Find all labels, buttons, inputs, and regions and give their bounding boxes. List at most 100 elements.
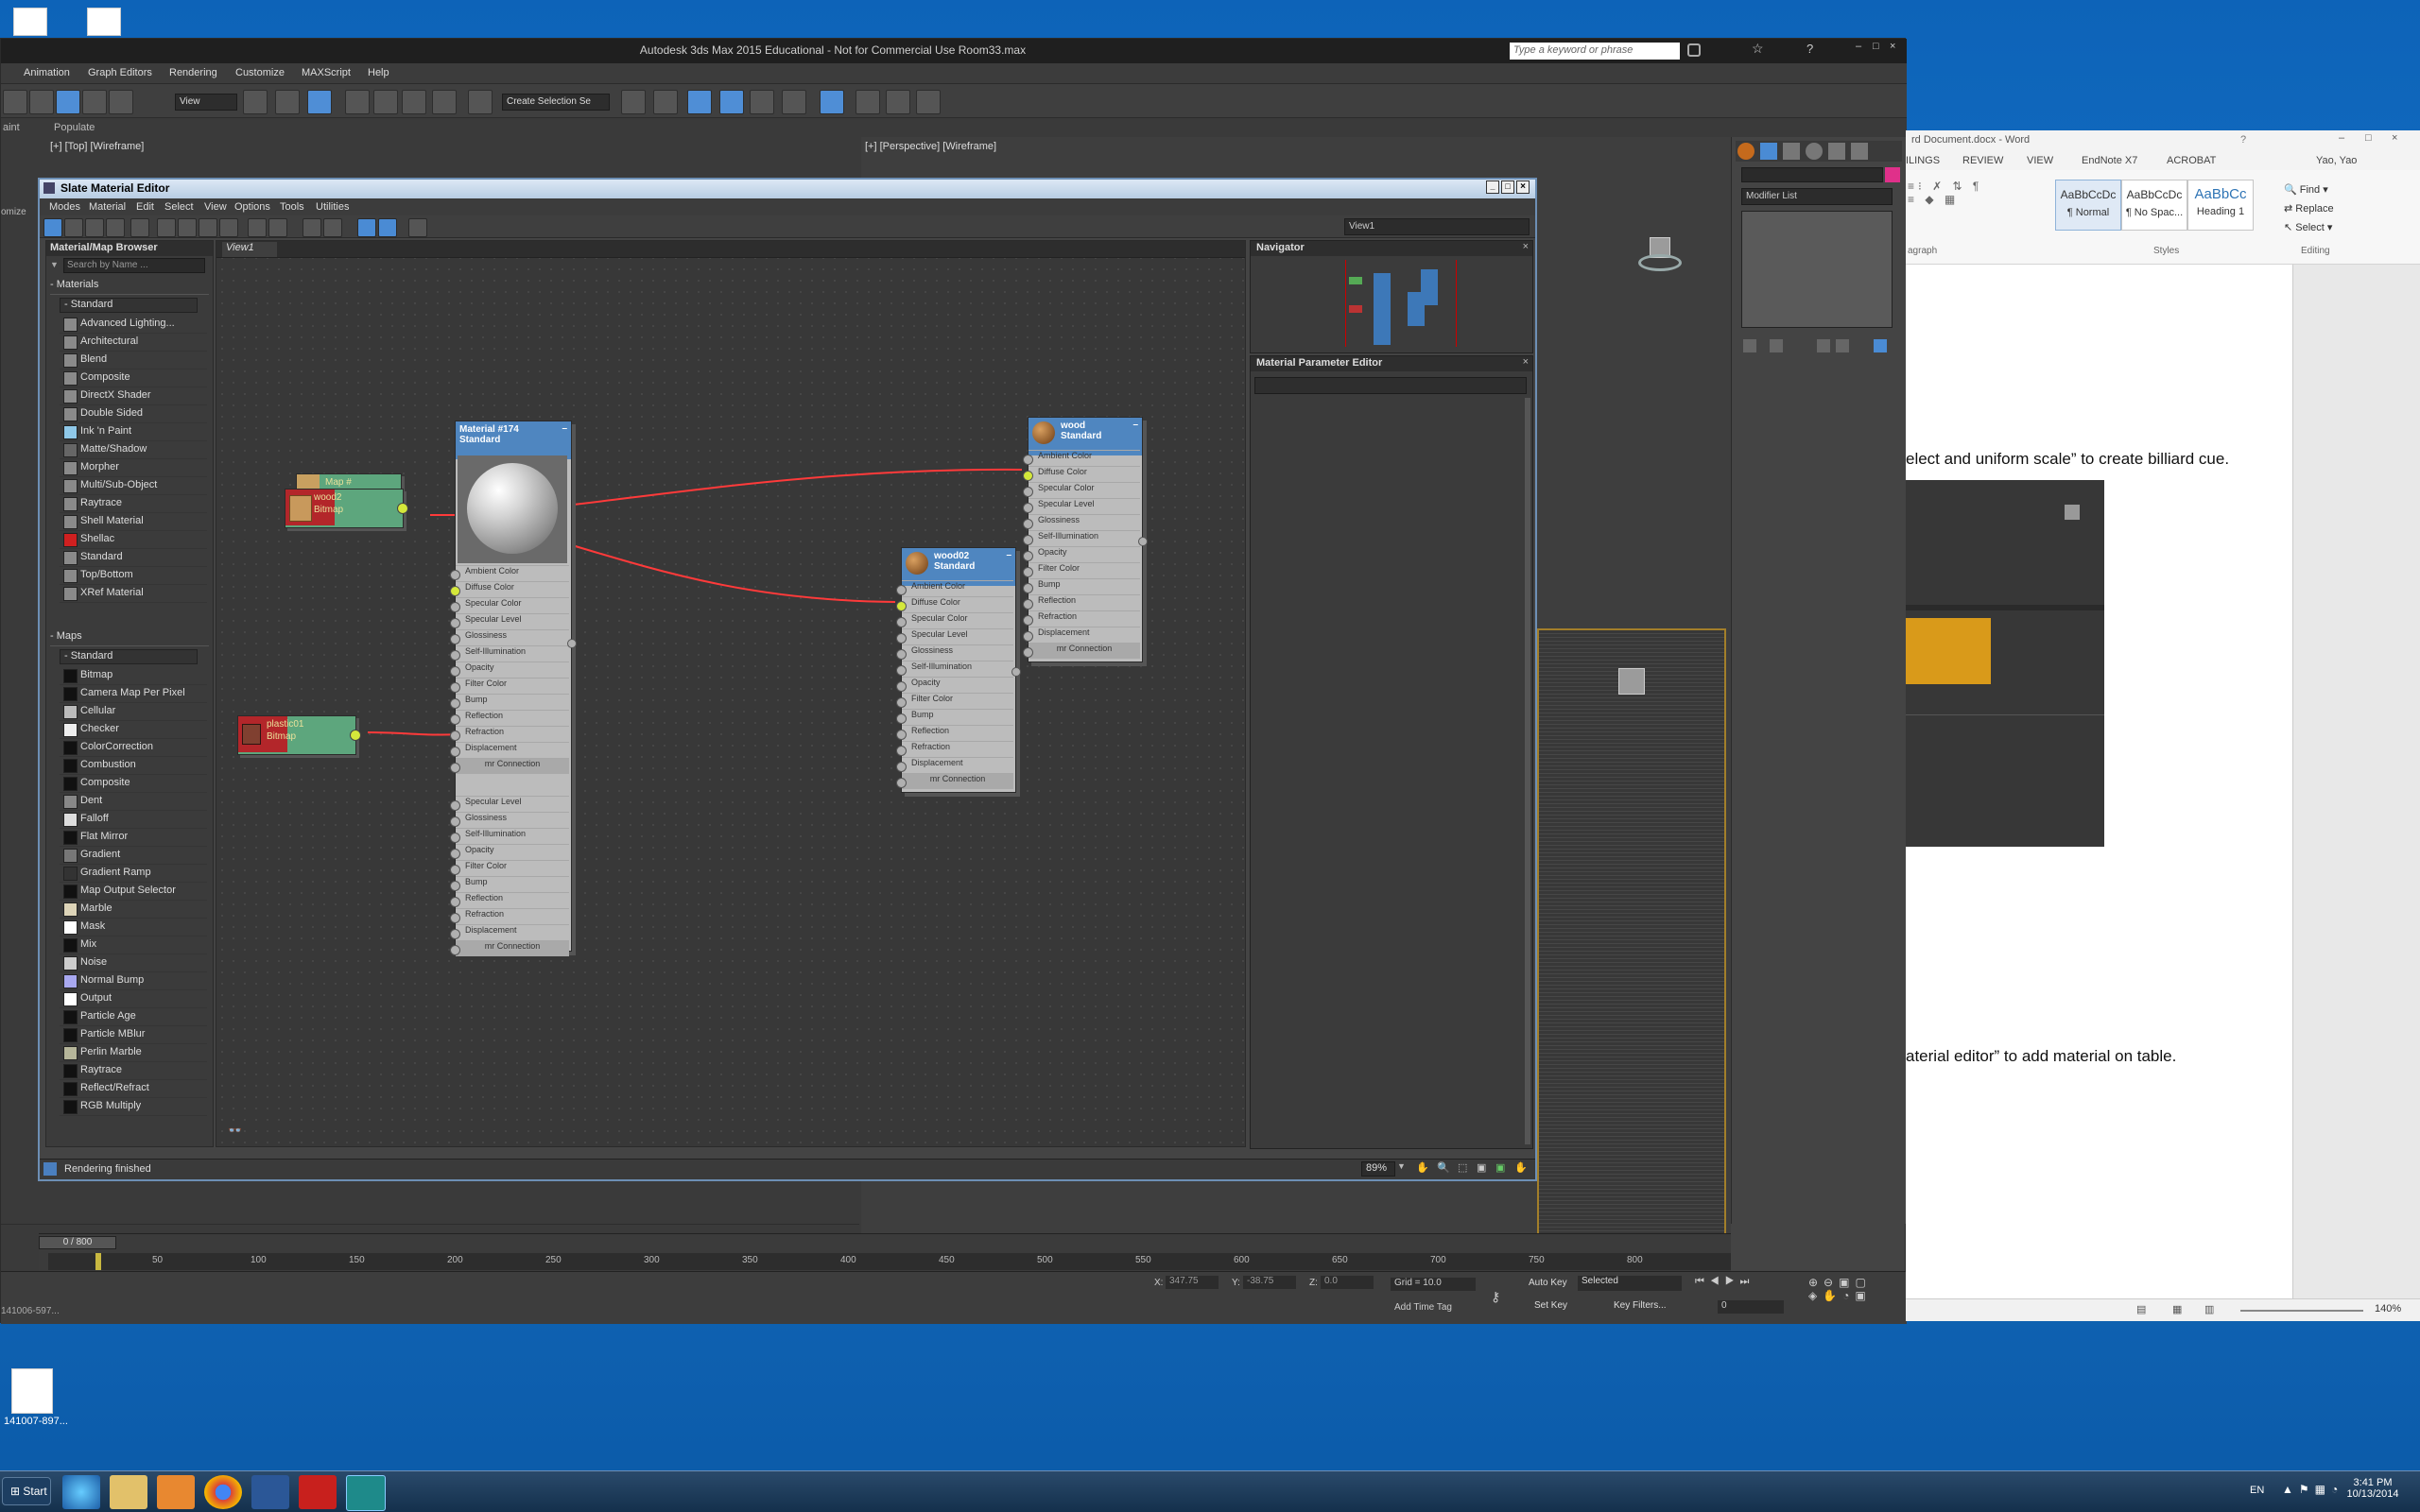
slate-menu-edit[interactable]: Edit bbox=[136, 201, 154, 213]
z-coord-field[interactable]: 0.0 bbox=[1321, 1276, 1374, 1289]
viewcube-icon[interactable] bbox=[1638, 232, 1682, 275]
wood-slot-pin[interactable] bbox=[1023, 455, 1033, 465]
slate-minimize-icon[interactable]: _ bbox=[1486, 180, 1499, 194]
material-item[interactable]: Blend bbox=[60, 351, 207, 369]
mat174b-slot-pin[interactable] bbox=[450, 833, 460, 843]
slate-maximize-icon[interactable]: □ bbox=[1501, 180, 1514, 194]
wood-slot-pin[interactable] bbox=[1023, 503, 1033, 513]
word-help-icon[interactable]: ? bbox=[2240, 134, 2246, 146]
show-background-icon[interactable] bbox=[219, 218, 238, 237]
mat174b-slot[interactable]: Bump bbox=[450, 876, 569, 892]
mat174-slot[interactable]: Diffuse Color bbox=[450, 581, 569, 597]
word-maximize-icon[interactable]: □ bbox=[2365, 132, 2372, 144]
wood-slot-pin[interactable] bbox=[1023, 631, 1033, 642]
mat174b-slot[interactable]: Specular Level bbox=[450, 796, 569, 812]
material-item[interactable]: Multi/Sub-Object bbox=[60, 476, 207, 495]
word-tab-mailings[interactable]: ILINGS bbox=[1906, 155, 1940, 166]
menu-graph-editors[interactable]: Graph Editors bbox=[88, 67, 152, 78]
material-item[interactable]: Matte/Shadow bbox=[60, 440, 207, 459]
wood02-slot[interactable]: Specular Level bbox=[896, 628, 1013, 644]
mat174-slot-pin[interactable] bbox=[450, 570, 460, 580]
map-item[interactable]: Cellular bbox=[60, 702, 207, 721]
map-item[interactable]: Reflect/Refract bbox=[60, 1079, 207, 1098]
wood-slot[interactable]: Glossiness bbox=[1023, 514, 1140, 530]
wood-slot[interactable]: Opacity bbox=[1023, 546, 1140, 562]
slate-close-icon[interactable]: × bbox=[1516, 180, 1530, 194]
wood02-slot[interactable]: mr Connection bbox=[896, 773, 1013, 789]
material-map-browser-toggle-icon[interactable] bbox=[357, 218, 376, 237]
configure-sets-icon[interactable] bbox=[1874, 339, 1887, 352]
material-item[interactable]: Double Sided bbox=[60, 404, 207, 423]
snaps-toggle-icon[interactable] bbox=[345, 90, 370, 114]
rotate-icon[interactable] bbox=[82, 90, 107, 114]
layout-vertical-icon[interactable] bbox=[302, 218, 321, 237]
map-item[interactable]: Particle MBlur bbox=[60, 1025, 207, 1044]
tray-icons[interactable]: ▲⚑▦◔ bbox=[2282, 1483, 2343, 1496]
map-item[interactable]: Combustion bbox=[60, 756, 207, 775]
wood02-output-pin[interactable] bbox=[1011, 667, 1021, 677]
material-item[interactable]: Ink 'n Paint bbox=[60, 422, 207, 441]
wood02-slot-pin[interactable] bbox=[896, 633, 907, 644]
parameter-editor-toggle-icon[interactable] bbox=[378, 218, 397, 237]
mat174-slot-pin[interactable] bbox=[450, 682, 460, 693]
mat174-slot-pin[interactable] bbox=[450, 602, 460, 612]
scene-explorer-icon[interactable] bbox=[719, 90, 744, 114]
wood-slot[interactable]: Filter Color bbox=[1023, 562, 1140, 578]
materials-section[interactable]: - Materials bbox=[50, 279, 209, 295]
wood02-slot[interactable]: Self-Illumination bbox=[896, 661, 1013, 677]
zoom-dropdown-icon[interactable]: ▼ bbox=[1397, 1161, 1406, 1171]
material-item[interactable]: Shell Material bbox=[60, 512, 207, 531]
object-name-field[interactable] bbox=[1741, 167, 1883, 182]
mat174-slot-pin[interactable] bbox=[450, 730, 460, 741]
wood-slot-pin[interactable] bbox=[1023, 599, 1033, 610]
binoculars-icon[interactable] bbox=[1687, 43, 1701, 57]
map-item[interactable]: Flat Mirror bbox=[60, 828, 207, 847]
map-item[interactable]: Mix bbox=[60, 936, 207, 954]
mat174-slot-pin[interactable] bbox=[450, 714, 460, 725]
nav-controls[interactable]: ⊕⊖▣▢ ◈✋◔▣ bbox=[1808, 1276, 1903, 1314]
node-wood02[interactable]: wood02 Standard – Ambient Color Diffuse C… bbox=[896, 547, 1021, 793]
zoom-field[interactable]: 89% bbox=[1361, 1161, 1395, 1177]
mpe-close-icon[interactable]: × bbox=[1523, 356, 1529, 368]
map-item[interactable]: Noise bbox=[60, 954, 207, 972]
style-heading-1[interactable]: AaBbCc Heading 1 bbox=[2187, 180, 2254, 231]
node-view-canvas[interactable]: View1 Map # wood2 Bitmap plastic01 Bitmap … bbox=[216, 240, 1246, 1147]
remove-modifier-icon[interactable] bbox=[1836, 339, 1849, 352]
align-icon[interactable] bbox=[653, 90, 678, 114]
mat174b-slot[interactable]: Reflection bbox=[450, 892, 569, 908]
wood-slot[interactable]: Self-Illumination bbox=[1023, 530, 1140, 546]
scale-icon[interactable] bbox=[109, 90, 133, 114]
mat174-slot[interactable]: Filter Color bbox=[450, 678, 569, 694]
wood-slot[interactable]: Displacement bbox=[1023, 627, 1140, 643]
mat174b-slot-pin[interactable] bbox=[450, 816, 460, 827]
binoculars-canvas-icon[interactable]: 👓 bbox=[228, 1124, 242, 1137]
menu-maxscript[interactable]: MAXScript bbox=[302, 67, 351, 78]
close-icon[interactable]: × bbox=[1890, 41, 1895, 52]
make-unique-icon[interactable] bbox=[1817, 339, 1830, 352]
desktop-pdf-icon[interactable] bbox=[11, 1368, 53, 1414]
window-crossing-icon[interactable] bbox=[29, 90, 54, 114]
print-layout-icon[interactable]: ▦ bbox=[2172, 1303, 2182, 1315]
node-wood-collapse-icon[interactable]: – bbox=[1132, 420, 1138, 430]
wood02-slot-pin[interactable] bbox=[896, 697, 907, 708]
slate-menu-modes[interactable]: Modes bbox=[49, 201, 80, 213]
maximize-icon[interactable]: □ bbox=[1873, 41, 1879, 52]
modify-tab-icon[interactable] bbox=[1760, 143, 1777, 160]
mpe-name-field[interactable] bbox=[1254, 377, 1527, 394]
hierarchy-tab-icon[interactable] bbox=[1783, 143, 1800, 160]
wood02-slot-pin[interactable] bbox=[896, 730, 907, 740]
mat174b-slot[interactable]: mr Connection bbox=[450, 940, 569, 956]
mat174-slot[interactable]: Self-Illumination bbox=[450, 645, 569, 662]
wood-slot-pin[interactable] bbox=[1023, 471, 1033, 481]
map-item[interactable]: Gradient Ramp bbox=[60, 864, 207, 883]
menu-customize[interactable]: Customize bbox=[235, 67, 285, 78]
wood-output-pin[interactable] bbox=[1138, 537, 1148, 546]
map-item[interactable]: Mask bbox=[60, 918, 207, 936]
map-item[interactable]: RGB Multiply bbox=[60, 1097, 207, 1116]
mat174-slot[interactable]: Specular Color bbox=[450, 597, 569, 613]
mat174b-slot-pin[interactable] bbox=[450, 913, 460, 923]
material-item[interactable]: DirectX Shader bbox=[60, 387, 207, 405]
rendered-frame-icon[interactable] bbox=[886, 90, 910, 114]
map-item[interactable]: Particle Age bbox=[60, 1007, 207, 1026]
node-wood[interactable]: wood Standard – Ambient Color Diffuse Col… bbox=[1023, 417, 1148, 662]
